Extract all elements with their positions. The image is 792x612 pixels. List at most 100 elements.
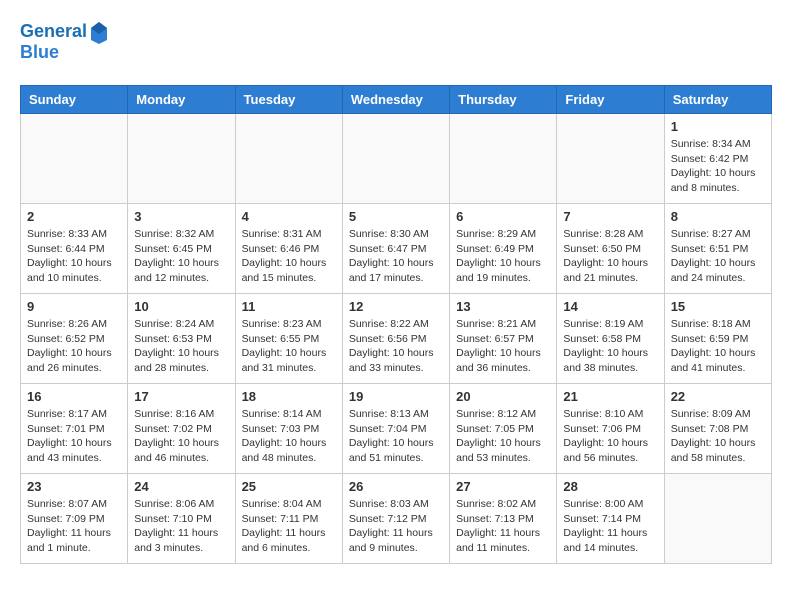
calendar-cell: 21Sunrise: 8:10 AMSunset: 7:06 PMDayligh… — [557, 384, 664, 474]
day-info: Daylight: 10 hours and 12 minutes. — [134, 256, 228, 285]
day-number: 23 — [27, 479, 121, 494]
day-info: Sunrise: 8:27 AM — [671, 227, 765, 242]
day-info: Sunset: 7:10 PM — [134, 512, 228, 527]
header-thursday: Thursday — [450, 86, 557, 114]
day-info: Sunrise: 8:02 AM — [456, 497, 550, 512]
day-info: Sunset: 7:02 PM — [134, 422, 228, 437]
calendar-cell: 2Sunrise: 8:33 AMSunset: 6:44 PMDaylight… — [21, 204, 128, 294]
day-info: Daylight: 10 hours and 51 minutes. — [349, 436, 443, 465]
day-info: Daylight: 10 hours and 48 minutes. — [242, 436, 336, 465]
day-info: Sunrise: 8:14 AM — [242, 407, 336, 422]
day-info: Sunset: 7:09 PM — [27, 512, 121, 527]
calendar-week-row: 2 Sunrise: 8:33 AMSunset: 6:44 PM Daylight… — [21, 204, 772, 294]
day-info: Sunrise: 8:07 AM — [27, 497, 121, 512]
day-number: 22 — [671, 389, 765, 404]
calendar-cell: 1Sunrise: 8:34 AMSunset: 6:42 PMDaylight… — [664, 114, 771, 204]
day-info: Daylight: 10 hours and 56 minutes. — [563, 436, 657, 465]
day-info: Sunset: 6:52 PM — [27, 332, 121, 347]
day-info: Sunset: 6:45 PM — [134, 242, 228, 257]
calendar-cell — [664, 474, 771, 564]
day-info: Daylight: 10 hours and 41 minutes. — [671, 346, 765, 375]
calendar-cell: 28Sunrise: 8:00 AMSunset: 7:14 PMDayligh… — [557, 474, 664, 564]
day-info: Daylight: 11 hours and 3 minutes. — [134, 526, 228, 555]
day-info: Sunrise: 8:33 AM — [27, 227, 121, 242]
day-info: Sunset: 6:44 PM — [27, 242, 121, 257]
day-info: Sunrise: 8:30 AM — [349, 227, 443, 242]
calendar-cell: 11Sunrise: 8:23 AMSunset: 6:55 PMDayligh… — [235, 294, 342, 384]
day-info: Sunset: 6:51 PM — [671, 242, 765, 257]
day-info: Sunset: 7:11 PM — [242, 512, 336, 527]
day-info: Daylight: 10 hours and 46 minutes. — [134, 436, 228, 465]
day-info: Daylight: 10 hours and 38 minutes. — [563, 346, 657, 375]
day-info: Sunset: 6:55 PM — [242, 332, 336, 347]
day-info: Sunset: 7:12 PM — [349, 512, 443, 527]
day-info: Daylight: 11 hours and 6 minutes. — [242, 526, 336, 555]
calendar-cell: 8Sunrise: 8:27 AMSunset: 6:51 PMDaylight… — [664, 204, 771, 294]
day-info: Daylight: 10 hours and 58 minutes. — [671, 436, 765, 465]
day-number: 3 — [134, 209, 228, 224]
day-number: 5 — [349, 209, 443, 224]
calendar-cell: 7Sunrise: 8:28 AMSunset: 6:50 PMDaylight… — [557, 204, 664, 294]
day-number: 27 — [456, 479, 550, 494]
header-monday: Monday — [128, 86, 235, 114]
calendar-cell — [450, 114, 557, 204]
day-number: 18 — [242, 389, 336, 404]
day-info: Sunset: 6:42 PM — [671, 152, 765, 167]
calendar-cell — [128, 114, 235, 204]
calendar-week-row: 23 Sunrise: 8:07 AMSunset: 7:09 PM Dayligh… — [21, 474, 772, 564]
calendar-week-row: 1Sunrise: 8:34 AMSunset: 6:42 PMDaylight… — [21, 114, 772, 204]
calendar-cell: 24Sunrise: 8:06 AMSunset: 7:10 PMDayligh… — [128, 474, 235, 564]
day-info: Sunset: 7:06 PM — [563, 422, 657, 437]
day-info: Daylight: 10 hours and 8 minutes. — [671, 166, 765, 195]
day-number: 6 — [456, 209, 550, 224]
day-number: 20 — [456, 389, 550, 404]
logo: General Blue — [20, 20, 109, 63]
calendar-cell: 17Sunrise: 8:16 AMSunset: 7:02 PMDayligh… — [128, 384, 235, 474]
day-info: Sunrise: 8:32 AM — [134, 227, 228, 242]
header-wednesday: Wednesday — [342, 86, 449, 114]
day-number: 24 — [134, 479, 228, 494]
calendar-cell: 5 Sunrise: 8:30 AMSunset: 6:47 PMDaylight… — [342, 204, 449, 294]
calendar-cell: 12Sunrise: 8:22 AMSunset: 6:56 PMDayligh… — [342, 294, 449, 384]
calendar-cell: 13Sunrise: 8:21 AMSunset: 6:57 PMDayligh… — [450, 294, 557, 384]
logo-general: General — [20, 22, 87, 42]
day-number: 7 — [563, 209, 657, 224]
day-number: 15 — [671, 299, 765, 314]
header-saturday: Saturday — [664, 86, 771, 114]
day-number: 2 — [27, 209, 121, 224]
calendar-cell: 25Sunrise: 8:04 AMSunset: 7:11 PMDayligh… — [235, 474, 342, 564]
day-info: Sunrise: 8:31 AM — [242, 227, 336, 242]
header-sunday: Sunday — [21, 86, 128, 114]
calendar-header-row: SundayMondayTuesdayWednesdayThursdayFrid… — [21, 86, 772, 114]
day-info: Sunrise: 8:10 AM — [563, 407, 657, 422]
day-info: Daylight: 10 hours and 33 minutes. — [349, 346, 443, 375]
calendar-cell: 16Sunrise: 8:17 AMSunset: 7:01 PMDayligh… — [21, 384, 128, 474]
day-info: Sunrise: 8:16 AM — [134, 407, 228, 422]
day-info: Sunrise: 8:24 AM — [134, 317, 228, 332]
day-info: Daylight: 10 hours and 19 minutes. — [456, 256, 550, 285]
day-info: Sunset: 6:56 PM — [349, 332, 443, 347]
calendar-cell: 6Sunrise: 8:29 AMSunset: 6:49 PMDaylight… — [450, 204, 557, 294]
calendar-cell: 14Sunrise: 8:19 AMSunset: 6:58 PMDayligh… — [557, 294, 664, 384]
calendar-week-row: 16Sunrise: 8:17 AMSunset: 7:01 PMDayligh… — [21, 384, 772, 474]
day-info: Sunset: 6:46 PM — [242, 242, 336, 257]
calendar-cell — [342, 114, 449, 204]
day-number: 19 — [349, 389, 443, 404]
day-number: 11 — [242, 299, 336, 314]
day-info: Daylight: 10 hours and 26 minutes. — [27, 346, 121, 375]
day-info: Daylight: 10 hours and 17 minutes. — [349, 256, 443, 285]
calendar-cell — [21, 114, 128, 204]
day-info: Sunrise: 8:13 AM — [349, 407, 443, 422]
day-info: Sunrise: 8:34 AM — [671, 137, 765, 152]
day-info: Sunset: 7:03 PM — [242, 422, 336, 437]
day-info: Sunset: 7:14 PM — [563, 512, 657, 527]
day-info: Sunrise: 8:21 AM — [456, 317, 550, 332]
day-info: Sunrise: 8:04 AM — [242, 497, 336, 512]
calendar-cell: 19Sunrise: 8:13 AMSunset: 7:04 PMDayligh… — [342, 384, 449, 474]
day-info: Sunset: 6:57 PM — [456, 332, 550, 347]
day-info: Sunset: 6:59 PM — [671, 332, 765, 347]
day-info: Daylight: 10 hours and 15 minutes. — [242, 256, 336, 285]
day-info: Sunset: 6:58 PM — [563, 332, 657, 347]
day-info: Sunset: 6:47 PM — [349, 242, 443, 257]
calendar-cell: 9Sunrise: 8:26 AMSunset: 6:52 PMDaylight… — [21, 294, 128, 384]
